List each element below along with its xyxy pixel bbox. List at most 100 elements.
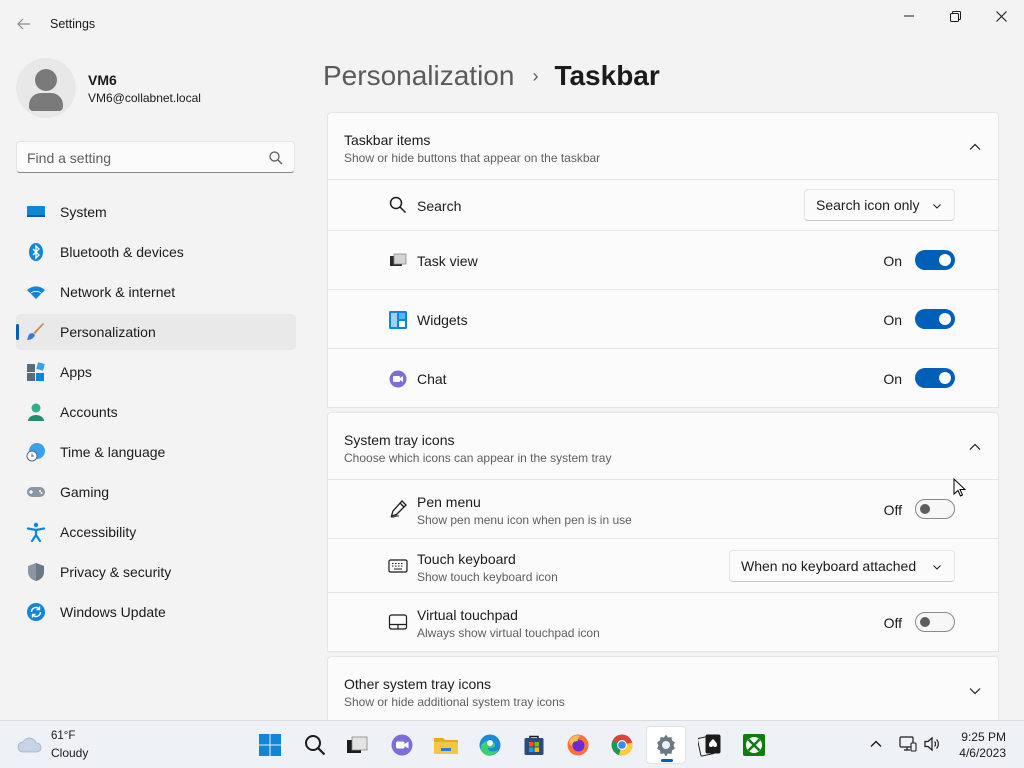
brush-icon bbox=[27, 323, 44, 340]
apps-icon bbox=[27, 362, 45, 381]
taskbar-search-button[interactable] bbox=[295, 726, 335, 764]
globe-clock-icon bbox=[26, 443, 45, 462]
taskbar-file-explorer-button[interactable] bbox=[426, 726, 466, 764]
taskbar-solitaire-button[interactable] bbox=[690, 726, 730, 764]
sidebar-item-time-language[interactable]: Time & language bbox=[16, 434, 296, 470]
profile-email: VM6@collabnet.local bbox=[88, 91, 201, 105]
section-subtitle: Show or hide additional system tray icon… bbox=[344, 695, 565, 709]
system-icon bbox=[27, 206, 45, 217]
edge-icon bbox=[479, 734, 501, 756]
setting-description: Show pen menu icon when pen is in use bbox=[417, 513, 632, 527]
sidebar-item-label: Windows Update bbox=[60, 604, 166, 620]
breadcrumb-separator: › bbox=[532, 65, 539, 86]
widgets-toggle[interactable] bbox=[915, 309, 955, 329]
sidebar-item-windows-update[interactable]: Windows Update bbox=[16, 594, 296, 630]
sidebar-item-label: Apps bbox=[60, 364, 92, 380]
user-profile[interactable]: VM6 VM6@collabnet.local bbox=[16, 58, 296, 118]
minimize-button[interactable] bbox=[886, 0, 932, 32]
chat-toggle[interactable] bbox=[915, 368, 955, 388]
maximize-button[interactable] bbox=[932, 0, 978, 32]
toggle-state-label: On bbox=[883, 312, 902, 328]
touchpad-icon bbox=[388, 614, 408, 630]
app-title: Settings bbox=[50, 17, 96, 31]
bluetooth-icon bbox=[29, 243, 43, 261]
section-other-tray-header[interactable]: Other system tray icons Show or hide add… bbox=[327, 656, 999, 720]
chevron-up-icon[interactable] bbox=[968, 140, 982, 154]
sidebar-item-system[interactable]: System bbox=[16, 194, 296, 230]
sidebar-item-personalization[interactable]: Personalization bbox=[16, 314, 296, 350]
taskbar-settings-button[interactable] bbox=[646, 726, 686, 764]
chevron-down-icon[interactable] bbox=[968, 684, 982, 698]
taskbar-xbox-button[interactable] bbox=[734, 726, 774, 764]
search-mode-dropdown[interactable]: Search icon only bbox=[804, 189, 955, 221]
setting-description: Always show virtual touchpad icon bbox=[417, 626, 600, 640]
setting-label: Task view bbox=[417, 253, 478, 269]
widgets-icon bbox=[389, 311, 407, 329]
section-system-tray-header[interactable]: System tray icons Choose which icons can… bbox=[327, 412, 999, 480]
sidebar-item-bluetooth[interactable]: Bluetooth & devices bbox=[16, 234, 296, 270]
search-icon bbox=[389, 196, 407, 214]
sidebar-item-privacy[interactable]: Privacy & security bbox=[16, 554, 296, 590]
chevron-down-icon bbox=[933, 565, 941, 570]
settings-content[interactable]: Taskbar items Show or hide buttons that … bbox=[327, 112, 999, 720]
task-view-toggle[interactable] bbox=[915, 250, 955, 270]
taskbar-task-view-button[interactable] bbox=[337, 726, 377, 764]
gamepad-icon bbox=[27, 487, 45, 497]
section-subtitle: Show or hide buttons that appear on the … bbox=[344, 151, 601, 165]
search-input[interactable] bbox=[27, 148, 257, 168]
chat-icon bbox=[389, 370, 407, 388]
setting-row-search: Search Search icon only bbox=[327, 180, 999, 231]
section-title: System tray icons bbox=[344, 432, 455, 448]
sidebar-item-label: Time & language bbox=[60, 444, 166, 460]
sidebar-item-label: Personalization bbox=[60, 324, 156, 340]
volume-icon[interactable] bbox=[923, 735, 941, 753]
file-explorer-icon bbox=[434, 738, 458, 754]
start-button[interactable] bbox=[250, 726, 290, 764]
sidebar-item-label: Privacy & security bbox=[60, 564, 172, 580]
pen-icon bbox=[390, 500, 407, 518]
chevron-up-icon[interactable] bbox=[968, 440, 982, 454]
clock-date: 4/6/2023 bbox=[959, 746, 1006, 760]
task-view-icon bbox=[390, 253, 407, 266]
dropdown-value: Search icon only bbox=[816, 197, 920, 213]
taskbar-edge-button[interactable] bbox=[470, 726, 510, 764]
accounts-icon bbox=[28, 403, 44, 421]
store-icon bbox=[524, 735, 544, 755]
breadcrumb-parent[interactable]: Personalization bbox=[323, 60, 514, 92]
page-title: Taskbar bbox=[554, 60, 660, 91]
close-button[interactable] bbox=[978, 0, 1024, 32]
virtual-touchpad-toggle[interactable] bbox=[915, 612, 955, 632]
settings-search-box[interactable] bbox=[16, 141, 295, 173]
close-icon bbox=[995, 10, 1007, 22]
taskbar-chrome-button[interactable] bbox=[602, 726, 642, 764]
search-icon[interactable] bbox=[268, 150, 284, 166]
sidebar-item-label: System bbox=[60, 204, 107, 220]
settings-icon bbox=[657, 734, 675, 757]
taskbar-chat-button[interactable] bbox=[382, 726, 422, 764]
taskbar-store-button[interactable] bbox=[514, 726, 554, 764]
back-button[interactable] bbox=[10, 12, 38, 36]
windows-taskbar: 61°F Cloudy 9:25 PM 4/6/2023 bbox=[0, 720, 1024, 768]
xbox-icon bbox=[743, 734, 765, 756]
setting-label: Virtual touchpad bbox=[417, 607, 518, 623]
section-taskbar-items-header[interactable]: Taskbar items Show or hide buttons that … bbox=[327, 112, 999, 180]
setting-row-virtual-touchpad: Virtual touchpad Always show virtual tou… bbox=[327, 593, 999, 652]
taskbar-firefox-button[interactable] bbox=[558, 726, 598, 764]
sidebar-item-network[interactable]: Network & internet bbox=[16, 274, 296, 310]
chevron-up-icon[interactable] bbox=[867, 735, 885, 753]
sidebar-item-label: Gaming bbox=[60, 484, 110, 500]
mouse-cursor-icon bbox=[953, 478, 967, 497]
setting-label: Touch keyboard bbox=[417, 551, 516, 567]
sidebar-item-gaming[interactable]: Gaming bbox=[16, 474, 296, 510]
sidebar-item-accessibility[interactable]: Accessibility bbox=[16, 514, 296, 550]
touch-keyboard-dropdown[interactable]: When no keyboard attached bbox=[729, 550, 955, 582]
sidebar-item-accounts[interactable]: Accounts bbox=[16, 394, 296, 430]
profile-name: VM6 bbox=[88, 72, 117, 88]
solitaire-icon bbox=[698, 734, 721, 757]
weather-condition: Cloudy bbox=[51, 746, 89, 760]
update-icon bbox=[27, 603, 45, 621]
pen-menu-toggle[interactable] bbox=[915, 499, 955, 519]
start-icon bbox=[259, 734, 281, 756]
network-icon[interactable] bbox=[899, 735, 917, 753]
sidebar-item-apps[interactable]: Apps bbox=[16, 354, 296, 390]
